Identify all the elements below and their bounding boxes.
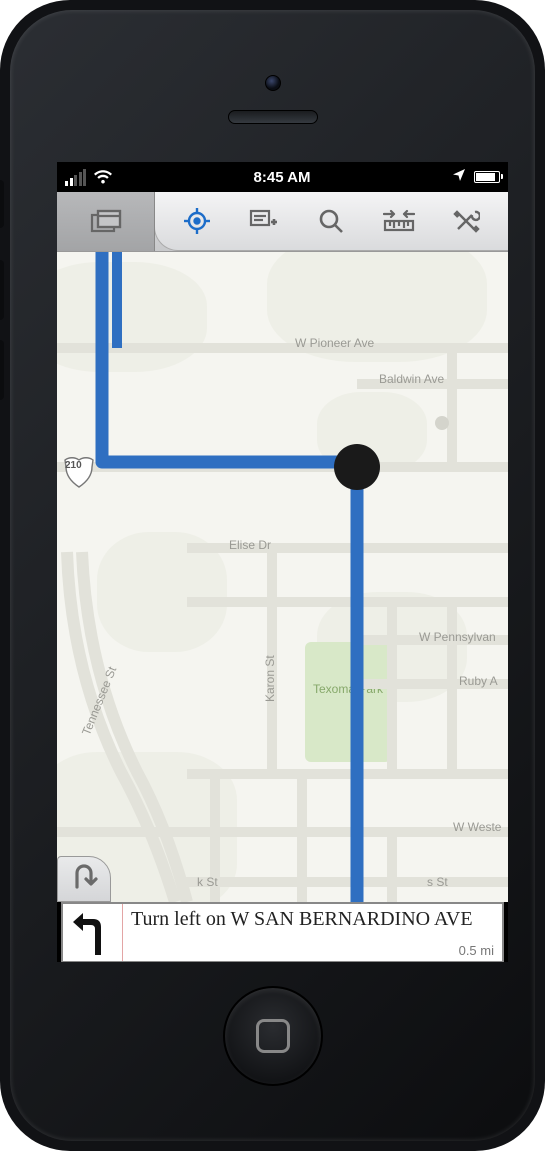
street-label: Ruby A [459,674,498,688]
battery-icon [474,171,500,183]
signal-strength-icon [65,169,86,186]
locate-button[interactable] [179,203,215,239]
current-location-marker [334,444,380,490]
direction-prefix: Turn left on [131,908,230,930]
status-left [65,169,112,186]
street-label: Baldwin Ave [379,372,444,386]
phone-frame: 8:45 AM [0,0,545,1151]
street-label: s St [427,875,448,889]
street-label: W Pioneer Ave [295,336,374,350]
direction-instruction: Turn left on W SAN BERNARDINO AVE [123,904,502,961]
highway-shield-label: 210 [65,460,82,471]
search-button[interactable] [313,203,349,239]
street-label: k St [197,875,218,889]
measure-button[interactable] [381,203,417,239]
direction-banner[interactable]: Turn left on W SAN BERNARDINO AVE 0.5 mi [61,902,504,962]
volume-down-button [0,340,4,400]
location-services-icon [452,168,466,186]
map-roads [57,252,508,902]
front-camera [265,75,281,91]
phone-bezel: 8:45 AM [10,10,535,1141]
street-label: Elise Dr [229,538,271,552]
turn-left-icon [63,904,123,961]
status-right [452,168,500,186]
toolbar [57,192,508,252]
street-label: W Weste [453,820,501,834]
side-switch [0,180,4,228]
add-comment-button[interactable] [246,203,282,239]
toolbar-right [154,192,508,251]
home-button-icon [256,1019,290,1053]
map-view[interactable]: Texoma Park [57,252,508,902]
uturn-icon [68,863,100,896]
status-bar: 8:45 AM [57,162,508,192]
route-options-button[interactable] [57,856,111,902]
status-time: 8:45 AM [112,169,452,186]
home-button[interactable] [223,986,323,1086]
direction-street: W SAN BERNARDINO AVE [230,908,472,930]
street-label: Karon St [263,655,277,702]
direction-distance: 0.5 mi [459,943,494,958]
map-poi-dot [435,416,449,430]
panels-button[interactable] [57,192,155,251]
screen: 8:45 AM [57,162,508,962]
earpiece-speaker [228,110,318,124]
wifi-icon [94,170,112,184]
tools-button[interactable] [448,203,484,239]
street-label: W Pennsylvan [419,630,496,644]
volume-up-button [0,260,4,320]
panels-icon [88,204,124,240]
